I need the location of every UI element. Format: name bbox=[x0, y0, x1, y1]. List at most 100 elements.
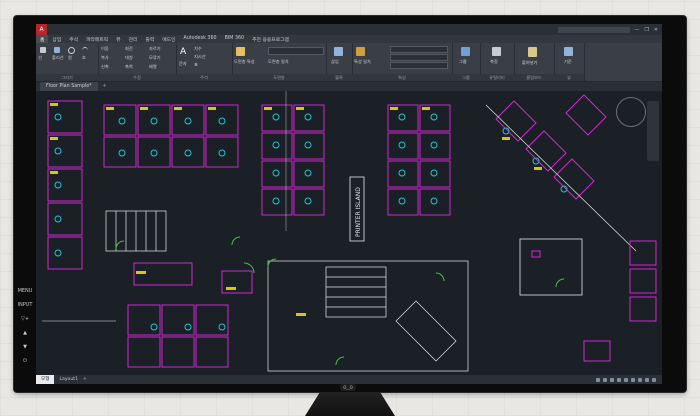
view-base[interactable]: 기준 bbox=[564, 59, 572, 65]
clipboard-paste[interactable]: 붙여넣기 bbox=[522, 60, 537, 66]
app-logo-icon[interactable]: A bbox=[36, 24, 47, 35]
snap-toggle-icon[interactable] bbox=[603, 377, 607, 382]
navigation-bar[interactable] bbox=[647, 101, 659, 161]
modify-move[interactable]: 이동 bbox=[101, 46, 109, 52]
insert-block-icon[interactable] bbox=[334, 47, 343, 56]
panel-group-label: 그룹 bbox=[452, 74, 480, 81]
close-button[interactable]: ✕ bbox=[654, 27, 658, 33]
new-tab-plus-icon[interactable]: + bbox=[98, 84, 112, 89]
customize-icon[interactable] bbox=[652, 377, 656, 382]
measure-icon[interactable] bbox=[492, 47, 501, 56]
annotation-table[interactable]: 표 bbox=[194, 62, 198, 68]
paste-icon[interactable] bbox=[528, 47, 537, 57]
modify-stretch[interactable]: 신축 bbox=[101, 64, 109, 70]
grid-toggle-icon[interactable] bbox=[596, 377, 600, 382]
annotation-leader[interactable]: 지시선 bbox=[194, 54, 206, 60]
modify-rotate[interactable]: 회전 bbox=[125, 46, 133, 52]
modify-copy[interactable]: 복사 bbox=[101, 55, 109, 61]
draw-polyline-label[interactable]: 폴리선 bbox=[52, 55, 64, 61]
utilities-measure[interactable]: 측정 bbox=[490, 59, 498, 65]
tab-layout1[interactable]: Layout1 bbox=[54, 375, 83, 384]
ribbon-tab-bar: 홈 삽입 주석 파라메트릭 뷰 관리 출력 애드인 Autodesk 360 B… bbox=[36, 35, 662, 43]
polar-toggle-icon[interactable] bbox=[617, 377, 621, 382]
annotation-scale-icon[interactable] bbox=[638, 377, 642, 382]
properties-match[interactable]: 특성 일치 bbox=[354, 59, 371, 65]
lineweight-toggle-icon[interactable] bbox=[631, 377, 635, 382]
panel-group: 그룹 그룹 bbox=[452, 43, 481, 81]
panel-properties: 특성 일치 특성 bbox=[352, 43, 453, 81]
help-search-input[interactable] bbox=[558, 26, 631, 33]
panel-utilities: 측정 유틸리티 bbox=[480, 43, 515, 81]
minimize-button[interactable]: — bbox=[634, 27, 639, 33]
panel-utilities-label: 유틸리티 bbox=[480, 74, 514, 81]
tab-model[interactable]: 모형 bbox=[36, 375, 55, 384]
osd-up-button[interactable]: ▲ bbox=[23, 330, 27, 336]
tab-annotate[interactable]: 주석 bbox=[65, 35, 82, 43]
modify-scale[interactable]: 축척 bbox=[125, 64, 133, 70]
modify-mirror[interactable]: 대칭 bbox=[125, 55, 133, 61]
annotation-text[interactable]: 문자 bbox=[179, 61, 187, 67]
file-tab-floor-plan[interactable]: Floor Plan Sample* bbox=[40, 82, 98, 91]
match-properties-icon[interactable] bbox=[356, 47, 365, 56]
add-layout-plus-icon[interactable]: + bbox=[83, 377, 87, 382]
panel-view: 기준 뷰 bbox=[554, 43, 585, 81]
panel-view-label: 뷰 bbox=[554, 74, 584, 81]
line-icon[interactable] bbox=[40, 47, 46, 53]
osnap-toggle-icon[interactable] bbox=[624, 377, 628, 382]
polyline-icon[interactable] bbox=[54, 47, 60, 53]
tab-autodesk-360[interactable]: Autodesk 360 bbox=[179, 35, 220, 43]
monitor-osd-buttons: MENU INPUT ▽+ ▲ ▼ ⏻ bbox=[14, 288, 36, 364]
window-controls: — ❐ ✕ bbox=[634, 27, 658, 33]
layer-properties-icon[interactable] bbox=[236, 47, 245, 56]
drawing-canvas[interactable]: PRINTER ISLAND bbox=[36, 91, 662, 375]
linetype-dropdown[interactable] bbox=[390, 54, 448, 61]
panel-properties-label: 특성 bbox=[352, 74, 452, 81]
panel-annotation: A 문자 치수 지시선 표 주석 bbox=[176, 43, 233, 81]
osd-down-button[interactable]: ▼ bbox=[23, 344, 27, 350]
panel-draw: 선 폴리선 원 호 그리기 bbox=[36, 43, 99, 81]
panel-annotation-label: 주석 bbox=[176, 74, 232, 81]
layers-properties[interactable]: 도면층 특성 bbox=[234, 59, 255, 65]
modify-array[interactable]: 배열 bbox=[149, 64, 157, 70]
tab-manage[interactable]: 관리 bbox=[125, 35, 142, 43]
maximize-button[interactable]: ❐ bbox=[644, 27, 648, 33]
block-insert[interactable]: 삽입 bbox=[331, 59, 339, 65]
panel-block: 삽입 블록 bbox=[326, 43, 353, 81]
ortho-toggle-icon[interactable] bbox=[610, 377, 614, 382]
text-icon[interactable]: A bbox=[180, 47, 188, 57]
tab-bim-360[interactable]: BIM 360 bbox=[221, 35, 249, 43]
annotation-dimension[interactable]: 치수 bbox=[194, 46, 202, 52]
tab-insert[interactable]: 삽입 bbox=[48, 35, 65, 43]
tab-view[interactable]: 뷰 bbox=[112, 35, 124, 43]
tab-output[interactable]: 출력 bbox=[141, 35, 158, 43]
layers-match[interactable]: 도면층 일치 bbox=[268, 59, 289, 65]
status-bar: 모형 Layout1 + bbox=[36, 375, 662, 384]
tab-featured-apps[interactable]: 추천 응용프로그램 bbox=[248, 35, 293, 43]
color-dropdown[interactable] bbox=[390, 46, 448, 53]
lineweight-dropdown[interactable] bbox=[390, 62, 448, 69]
arc-icon[interactable] bbox=[82, 47, 88, 54]
printer-island-label: PRINTER ISLAND bbox=[355, 187, 362, 237]
osd-power-button[interactable]: ⏻ bbox=[23, 358, 27, 364]
panel-modify-label: 수정 bbox=[98, 74, 176, 81]
modify-trim[interactable]: 자르기 bbox=[149, 46, 161, 52]
base-view-icon[interactable] bbox=[564, 47, 573, 56]
modify-fillet[interactable]: 모깎기 bbox=[149, 55, 161, 61]
layer-dropdown[interactable] bbox=[268, 47, 324, 55]
tab-parametric[interactable]: 파라메트릭 bbox=[82, 35, 112, 43]
osd-volume-button[interactable]: ▽+ bbox=[21, 316, 29, 322]
tab-addins[interactable]: 애드인 bbox=[158, 35, 179, 43]
tab-home[interactable]: 홈 bbox=[36, 35, 49, 43]
circle-icon[interactable] bbox=[68, 47, 75, 54]
viewcube-compass-icon[interactable] bbox=[616, 97, 646, 127]
group-icon[interactable] bbox=[461, 47, 470, 56]
draw-circle-label[interactable]: 원 bbox=[68, 55, 72, 61]
draw-arc-label[interactable]: 호 bbox=[82, 55, 86, 61]
group-tool[interactable]: 그룹 bbox=[459, 59, 467, 65]
workspace-icon[interactable] bbox=[645, 377, 649, 382]
panel-draw-label: 그리기 bbox=[36, 74, 98, 81]
ribbon-panel: 선 폴리선 원 호 그리기 이동 회전 자르기 복사 대칭 모깎기 신축 축척 … bbox=[36, 43, 662, 82]
osd-menu-button[interactable]: MENU bbox=[18, 288, 33, 294]
osd-input-button[interactable]: INPUT bbox=[18, 302, 33, 308]
draw-line-label[interactable]: 선 bbox=[38, 55, 42, 61]
